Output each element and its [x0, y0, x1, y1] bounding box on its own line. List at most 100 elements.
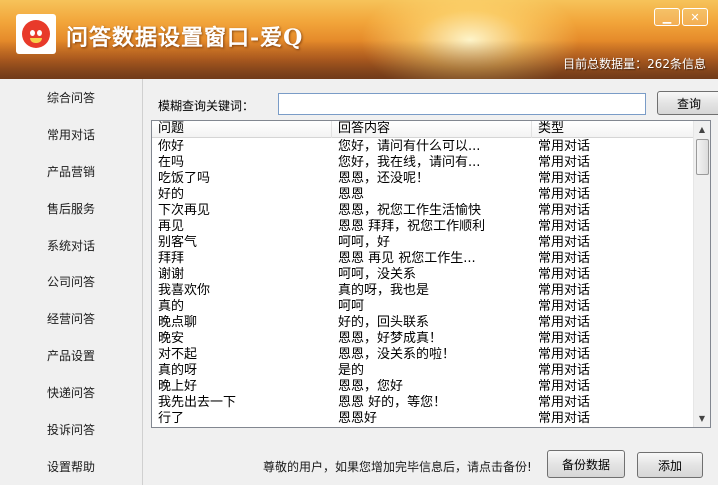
sidebar-item-after-sales[interactable]: 售后服务 — [0, 190, 142, 227]
cell-question: 我喜欢你 — [158, 283, 211, 298]
table-row[interactable]: 晚上好 恩恩，您好 常用对话 — [152, 379, 694, 395]
cell-answer: 呵呵，没关系 — [338, 267, 417, 282]
cell-answer: 恩恩好 — [338, 411, 378, 426]
cell-type: 常用对话 — [538, 363, 591, 378]
sidebar-item-business-qa[interactable]: 经营问答 — [0, 300, 142, 337]
sidebar-item-complaint-qa[interactable]: 投诉问答 — [0, 411, 142, 448]
cell-type: 常用对话 — [538, 251, 591, 266]
title-bar[interactable]: 问答数据设置窗口-爱Q ▁ ✕ 目前总数据量：262条信息 — [0, 0, 718, 79]
cell-answer: 恩恩，没关系的啦！ — [338, 347, 456, 362]
cell-answer: 呵呵 — [338, 299, 365, 314]
scrollbar-thumb[interactable] — [696, 139, 709, 175]
table-row[interactable]: 别客气 呵呵，好 常用对话 — [152, 235, 694, 251]
sidebar-item-company-qa[interactable]: 公司问答 — [0, 263, 142, 300]
table-row[interactable]: 真的呀 是的 常用对话 — [152, 363, 694, 379]
app-logo-icon — [16, 14, 56, 54]
cell-answer: 恩恩 再见 祝您工作生... — [338, 251, 476, 266]
search-row: 模糊查询关键词： 查询 — [158, 91, 718, 117]
table-row[interactable]: 晚点聊 好的，回头联系 常用对话 — [152, 315, 694, 331]
sidebar-item-common-chat[interactable]: 常用对话 — [0, 116, 142, 153]
table-row[interactable]: 拜拜 恩恩 再见 祝您工作生... 常用对话 — [152, 251, 694, 267]
cell-question: 别客气 — [158, 235, 198, 250]
cell-question: 行了 — [158, 411, 185, 426]
close-button[interactable]: ✕ — [682, 8, 708, 26]
cell-type: 常用对话 — [538, 331, 591, 346]
cell-answer: 恩恩，好梦成真！ — [338, 331, 443, 346]
category-sidebar: 综合问答 常用对话 产品营销 售后服务 系统对话 公司问答 经营问答 产品设置 … — [0, 79, 143, 485]
cell-answer: 恩恩 拜拜，祝您工作顺利 — [338, 219, 486, 234]
cell-answer: 恩恩，祝您工作生活愉快 — [338, 203, 482, 218]
table-row[interactable]: 我喜欢你 真的呀，我也是 常用对话 — [152, 283, 694, 299]
cell-question: 晚安 — [158, 331, 185, 346]
table-row[interactable]: 下次再见 恩恩，祝您工作生活愉快 常用对话 — [152, 203, 694, 219]
table-row[interactable]: 在吗 您好，我在线，请问有... 常用对话 — [152, 155, 694, 171]
cell-type: 常用对话 — [538, 299, 591, 314]
cell-question: 对不起 — [158, 347, 198, 362]
cell-type: 常用对话 — [538, 171, 591, 186]
table-row[interactable]: 再见 恩恩 拜拜，祝您工作顺利 常用对话 — [152, 219, 694, 235]
table-row[interactable]: 好的 恩恩 常用对话 — [152, 187, 694, 203]
table-row[interactable]: 我先出去一下 恩恩 好的，等您！ 常用对话 — [152, 395, 694, 411]
cell-question: 谢谢 — [158, 267, 185, 282]
scroll-up-icon[interactable]: ▲ — [694, 121, 710, 138]
cell-question: 我先出去一下 — [158, 395, 237, 410]
main-panel: 模糊查询关键词： 查询 问题 回答内容 类型 你好 您好，请问有什么可以... 常用… — [143, 79, 718, 485]
logo-eye-right — [37, 30, 42, 36]
sidebar-item-settings-help[interactable]: 设置帮助 — [0, 448, 142, 485]
cell-type: 常用对话 — [538, 283, 591, 298]
table-row[interactable]: 行了 恩恩好 常用对话 — [152, 411, 694, 427]
table-row[interactable]: 谢谢 呵呵，没关系 常用对话 — [152, 267, 694, 283]
add-button[interactable]: 添加 — [637, 452, 703, 478]
vertical-scrollbar[interactable]: ▲ ▼ — [693, 121, 710, 427]
column-header-question[interactable]: 问题 — [152, 121, 332, 138]
cell-type: 常用对话 — [538, 219, 591, 234]
sidebar-item-product-settings[interactable]: 产品设置 — [0, 337, 142, 374]
cell-answer: 恩恩 好的，等您！ — [338, 395, 447, 410]
backup-reminder: 尊敬的用户，如果您增加完毕信息后，请点击备份! — [263, 460, 532, 474]
sidebar-item-general-qa[interactable]: 综合问答 — [0, 79, 142, 116]
cell-type: 常用对话 — [538, 315, 591, 330]
sidebar-item-delivery-qa[interactable]: 快递问答 — [0, 374, 142, 411]
backup-data-button[interactable]: 备份数据 — [547, 450, 625, 478]
column-header-answer[interactable]: 回答内容 — [332, 121, 532, 138]
cell-question: 在吗 — [158, 155, 185, 170]
table-row[interactable]: 对不起 恩恩，没关系的啦！ 常用对话 — [152, 347, 694, 363]
cell-answer: 是的 — [338, 363, 365, 378]
cell-type: 常用对话 — [538, 187, 591, 202]
sidebar-item-product-marketing[interactable]: 产品营销 — [0, 153, 142, 190]
cell-answer: 您好，请问有什么可以... — [338, 139, 481, 154]
qa-table[interactable]: 问题 回答内容 类型 你好 您好，请问有什么可以... 常用对话 在吗 您好，我在线，请… — [151, 120, 711, 428]
cell-answer: 恩恩，您好 — [338, 379, 404, 394]
cell-question: 你好 — [158, 139, 185, 154]
column-header-type[interactable]: 类型 — [532, 121, 694, 138]
cell-question: 真的呀 — [158, 363, 198, 378]
table-row[interactable]: 晚安 恩恩，好梦成真！ 常用对话 — [152, 331, 694, 347]
table-body: 你好 您好，请问有什么可以... 常用对话 在吗 您好，我在线，请问有... 常用对话 吃饭… — [152, 139, 694, 427]
window-title: 问答数据设置窗口-爱Q — [66, 25, 304, 51]
cell-type: 常用对话 — [538, 235, 591, 250]
search-input[interactable] — [278, 93, 646, 115]
cell-type: 常用对话 — [538, 347, 591, 362]
minimize-button[interactable]: ▁ — [654, 8, 680, 26]
table-row[interactable]: 你好 您好，请问有什么可以... 常用对话 — [152, 139, 694, 155]
cell-type: 常用对话 — [538, 379, 591, 394]
scroll-down-icon[interactable]: ▼ — [694, 410, 710, 427]
logo-mouth — [30, 38, 42, 43]
cell-answer: 好的，回头联系 — [338, 315, 430, 330]
search-button[interactable]: 查询 — [657, 91, 718, 115]
total-data-count: 目前总数据量：262条信息 — [563, 57, 706, 71]
cell-question: 晚点聊 — [158, 315, 198, 330]
table-row[interactable]: 真的 呵呵 常用对话 — [152, 299, 694, 315]
cell-answer: 真的呀，我也是 — [338, 283, 430, 298]
table-row[interactable]: 吃饭了吗 恩恩，还没呢！ 常用对话 — [152, 171, 694, 187]
cell-answer: 呵呵，好 — [338, 235, 391, 250]
cell-answer: 您好，我在线，请问有... — [338, 155, 481, 170]
sidebar-item-system-chat[interactable]: 系统对话 — [0, 227, 142, 264]
cell-question: 下次再见 — [158, 203, 211, 218]
cell-question: 再见 — [158, 219, 185, 234]
table-header: 问题 回答内容 类型 — [152, 121, 694, 138]
search-label: 模糊查询关键词： — [158, 99, 255, 113]
cell-type: 常用对话 — [538, 203, 591, 218]
cell-question: 拜拜 — [158, 251, 185, 266]
cell-type: 常用对话 — [538, 411, 591, 426]
